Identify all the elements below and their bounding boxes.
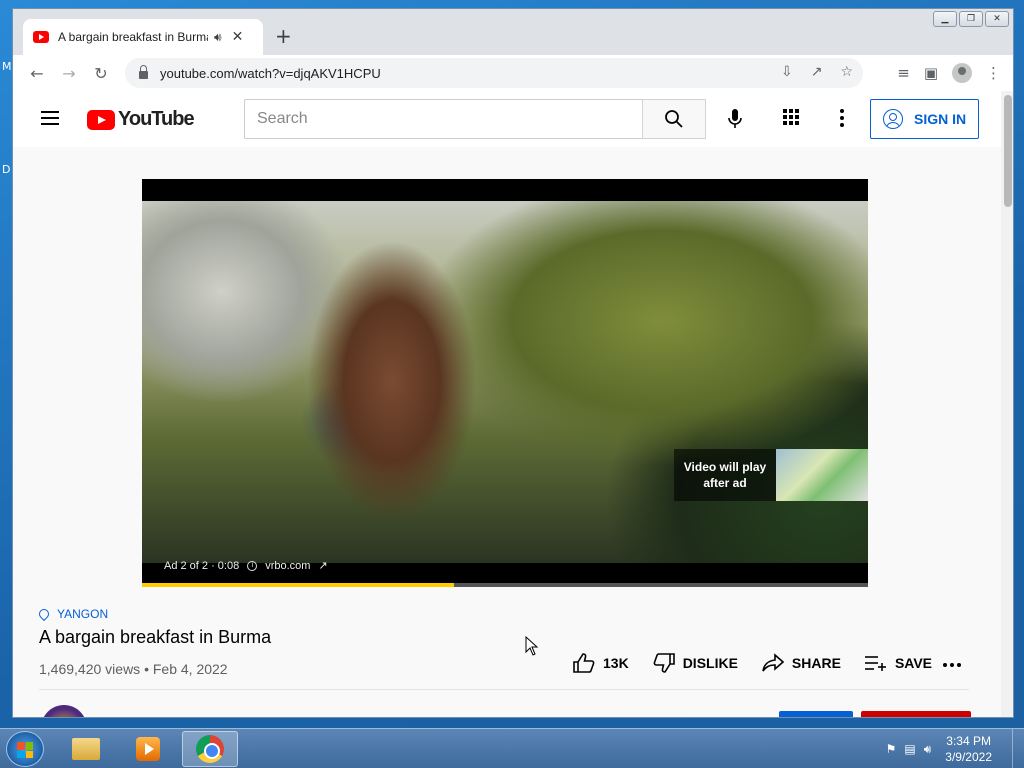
thumbs-down-icon [653,653,675,673]
show-desktop-button[interactable] [1012,729,1024,768]
view-count-date: 1,469,420 views • Feb 4, 2022 [39,661,228,677]
youtube-header: YouTube Search SIGN IN [13,91,1001,147]
address-bar[interactable]: youtube.com/watch?v=djqAKV1HCPU ⇩ ↗ ☆ [125,58,863,88]
install-icon[interactable]: ⇩ [781,64,793,80]
explorer-icon[interactable] [58,731,114,767]
channel-avatar[interactable] [41,705,87,717]
media-icon[interactable]: ≡ [897,64,910,82]
thumbs-up-icon [573,653,595,673]
search-input[interactable]: Search [244,99,643,139]
search-button[interactable] [642,99,706,139]
up-next-line-2: after ad [703,476,747,490]
taskbar: ⚑ ▤ 🔊︎ 3:34 PM 3/9/2022 [0,728,1024,768]
join-button[interactable] [779,711,853,717]
forward-button[interactable]: → [53,57,85,89]
browser-tab[interactable]: A bargain breakfast in Burma 🔊︎ ✕ [23,19,263,55]
video-up-next-preview[interactable]: Video will play after ad [674,449,868,501]
profile-icon[interactable] [952,63,972,83]
apps-grid-icon[interactable] [783,109,799,125]
up-next-thumbnail [776,449,868,501]
sign-in-label: SIGN IN [914,111,967,127]
clock[interactable]: 3:34 PM 3/9/2022 [945,733,992,765]
tab-strip: A bargain breakfast in Burma 🔊︎ ✕ + ▁ ❐ … [13,9,1013,55]
youtube-play-icon [87,109,115,130]
video-actions: 13K DISLIKE SHARE SAVE [573,653,932,673]
restore-button[interactable]: ❐ [959,11,983,27]
page-scrollbar[interactable] [1001,91,1013,717]
sidepanel-icon[interactable]: ▣ [924,64,938,82]
subscribe-button[interactable] [861,711,971,717]
lock-icon[interactable] [139,65,148,79]
close-window-button[interactable]: ✕ [985,11,1009,27]
ad-counter: Ad 2 of 2 · 0:08 [164,559,240,572]
clock-time: 3:34 PM [946,734,991,748]
url-text[interactable]: youtube.com/watch?v=djqAKV1HCPU [160,66,381,81]
desktop-icon-label: D [2,163,11,176]
chrome-icon[interactable] [182,731,238,767]
up-next-line-1: Video will play [683,460,767,474]
dislike-button[interactable]: DISLIKE [653,653,738,673]
media-player-icon[interactable] [120,731,176,767]
microphone-icon [728,109,742,128]
like-count: 13K [603,655,629,671]
like-button[interactable]: 13K [573,653,629,673]
search-icon [665,110,683,128]
page-viewport: YouTube Search SIGN IN Video will play a… [13,91,1013,717]
back-button[interactable]: ← [21,57,53,89]
save-button[interactable]: SAVE [864,654,933,672]
share-label: SHARE [791,655,841,671]
more-actions-icon[interactable] [943,663,961,667]
location-text[interactable]: YANGON [57,607,108,621]
ad-progress-bar[interactable] [142,583,868,587]
window-controls: ▁ ❐ ✕ [933,11,1009,27]
volume-icon[interactable]: 🔊︎ [924,742,932,757]
youtube-logo[interactable]: YouTube [87,108,195,131]
ad-video-frame[interactable] [142,201,868,563]
hamburger-menu-icon[interactable] [41,111,59,129]
share-button[interactable]: SHARE [762,653,841,673]
youtube-logo-text: YouTube [118,108,195,130]
windows-logo-icon [17,742,33,758]
clock-date: 3/9/2022 [945,750,992,764]
location-link[interactable]: YANGON [36,606,108,622]
settings-menu-icon[interactable] [840,109,844,130]
close-icon[interactable]: ✕ [232,29,244,45]
voice-search-button[interactable] [721,105,749,133]
youtube-favicon-icon [33,31,49,43]
external-link-icon[interactable]: ↗ [318,559,327,572]
menu-icon[interactable]: ⋮ [986,64,1001,82]
action-center-icon[interactable]: ⚑ [886,742,897,757]
system-tray: ⚑ ▤ 🔊︎ 3:34 PM 3/9/2022 [886,729,1024,768]
scrollbar-thumb[interactable] [1004,95,1012,207]
reload-button[interactable]: ↻ [85,57,117,89]
network-icon[interactable]: ▤ [904,742,915,757]
share-icon[interactable]: ↗ [811,64,823,80]
user-icon [883,109,903,129]
up-next-text: Video will play after ad [674,459,776,491]
info-icon[interactable]: i [247,560,258,571]
location-pin-icon [36,606,52,622]
ad-domain-link[interactable]: vrbo.com [265,560,310,572]
speaker-icon[interactable]: 🔊︎ [214,30,222,45]
new-tab-button[interactable]: + [275,24,292,48]
minimize-button[interactable]: ▁ [933,11,957,27]
toolbar-right: ≡ ▣ ⋮ [897,55,1001,91]
divider [39,689,969,690]
start-button[interactable] [6,731,44,767]
dislike-label: DISLIKE [682,655,738,671]
desktop-icon-label: M [2,60,12,73]
save-label: SAVE [894,655,933,671]
browser-window: A bargain breakfast in Burma 🔊︎ ✕ + ▁ ❐ … [12,8,1014,718]
video-player[interactable]: Video will play after ad Ad 2 of 2 · 0:0… [142,179,868,587]
sign-in-button[interactable]: SIGN IN [870,99,979,139]
ad-info-bar: Ad 2 of 2 · 0:08 i vrbo.com ↗ [164,559,328,573]
mouse-cursor-icon [525,636,539,656]
ad-progress-fill [142,583,455,587]
video-title: A bargain breakfast in Burma [39,627,272,647]
playlist-add-icon [864,656,886,671]
share-arrow-icon [762,653,784,672]
tab-title: A bargain breakfast in Burma [58,30,208,44]
star-icon[interactable]: ☆ [840,64,853,80]
browser-toolbar: ← → ↻ youtube.com/watch?v=djqAKV1HCPU ⇩ … [13,55,1013,91]
